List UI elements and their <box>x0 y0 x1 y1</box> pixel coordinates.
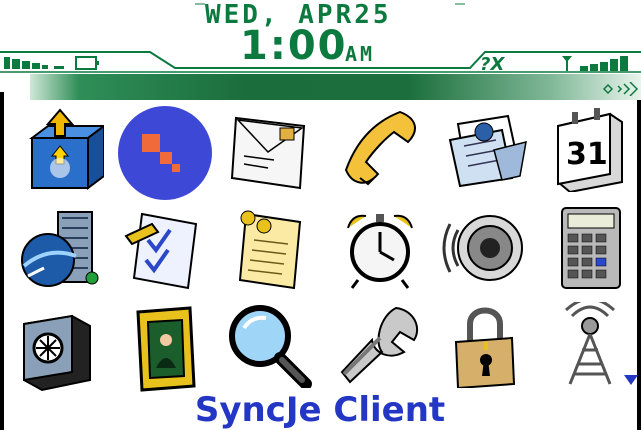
svg-text:31: 31 <box>566 137 608 172</box>
spreadsheet-envelopes-icon[interactable] <box>444 106 530 192</box>
wrench-icon[interactable] <box>334 302 420 388</box>
calculator-icon[interactable] <box>552 204 638 290</box>
calendar-icon[interactable]: 31 <box>548 106 634 194</box>
search-magnifier-icon[interactable] <box>226 302 312 390</box>
mail-envelope-icon[interactable] <box>228 106 314 192</box>
syncje-client-icon[interactable] <box>122 110 208 196</box>
battery-icon <box>4 56 99 70</box>
alarm-clock-icon[interactable] <box>338 204 424 290</box>
scroll-down-icon[interactable] <box>624 375 638 387</box>
left-frame-border <box>0 92 4 430</box>
tasks-checklist-icon[interactable] <box>124 206 210 292</box>
status-gradient-bar <box>30 74 641 100</box>
download-box-icon[interactable] <box>18 108 107 194</box>
padlock-icon[interactable] <box>442 302 528 390</box>
signal-strength-icon <box>562 56 628 71</box>
browser-globe-icon[interactable] <box>14 206 100 292</box>
selected-app-label: SyncJe Client <box>194 390 446 430</box>
options-safe-icon[interactable] <box>14 306 100 392</box>
speaker-icon[interactable] <box>442 204 528 290</box>
network-indicator: ?X <box>480 54 505 75</box>
memo-pad-icon[interactable] <box>230 206 316 292</box>
phone-icon[interactable] <box>338 108 424 194</box>
ampm-display: AM <box>345 42 376 66</box>
bluetooth-icon <box>602 81 641 97</box>
picture-frame-icon[interactable] <box>128 306 214 392</box>
